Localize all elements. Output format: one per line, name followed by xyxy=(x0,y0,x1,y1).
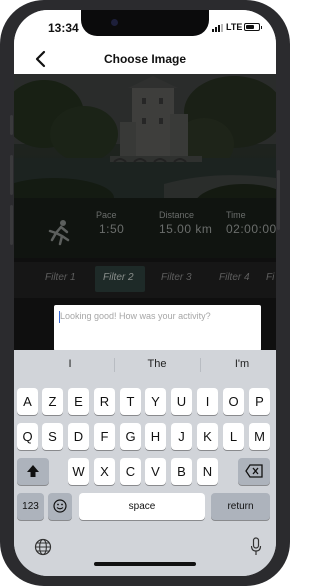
shift-arrow-icon xyxy=(27,465,39,477)
key-x[interactable]: X xyxy=(94,458,115,485)
pace-label: Pace xyxy=(96,210,117,220)
suggestion-item[interactable]: The xyxy=(127,358,187,370)
pace-value: 1:50 xyxy=(99,222,125,236)
distance-label: Distance xyxy=(159,210,195,220)
globe-icon[interactable] xyxy=(34,538,52,556)
status-time: 13:34 xyxy=(48,21,79,35)
battery-icon xyxy=(244,23,262,31)
backspace-icon xyxy=(245,464,263,478)
side-button-volume-up xyxy=(10,155,13,195)
microphone-icon[interactable] xyxy=(250,537,262,557)
suggestion-bar: I The I'm xyxy=(14,350,276,378)
key-a[interactable]: A xyxy=(17,388,38,415)
screen: 13:34 LTE Choose Image Pace 1:50 Distanc… xyxy=(14,10,276,576)
key-j[interactable]: J xyxy=(171,423,192,450)
nav-bar: Choose Image xyxy=(14,44,276,74)
page-title: Choose Image xyxy=(103,52,187,66)
key-c[interactable]: C xyxy=(120,458,141,485)
key-z[interactable]: Z xyxy=(42,388,63,415)
time-value: 02:00:00 xyxy=(226,222,276,236)
key-f[interactable]: F xyxy=(94,423,115,450)
notch xyxy=(81,10,209,36)
filter-option[interactable]: Filter 1 xyxy=(45,272,76,283)
key-h[interactable]: H xyxy=(145,423,166,450)
runner-icon xyxy=(48,220,70,246)
key-m[interactable]: M xyxy=(249,423,270,450)
key-k[interactable]: K xyxy=(197,423,218,450)
key-v[interactable]: V xyxy=(145,458,166,485)
keyboard: I The I'm A Z E R T Y U I O P Q S D F G … xyxy=(14,350,276,576)
key-e[interactable]: E xyxy=(68,388,89,415)
emoji-icon xyxy=(53,499,67,513)
key-b[interactable]: B xyxy=(171,458,192,485)
filter-option[interactable]: Fi xyxy=(266,272,274,283)
shift-key[interactable] xyxy=(17,458,49,485)
caption-input[interactable]: Looking good! How was your activity? xyxy=(54,305,261,351)
key-y[interactable]: Y xyxy=(145,388,166,415)
side-button-volume-down xyxy=(10,205,13,245)
filter-option-selected[interactable]: Filter 2 xyxy=(103,272,134,283)
key-n[interactable]: N xyxy=(197,458,218,485)
suggestion-item[interactable]: I xyxy=(40,358,100,370)
key-s[interactable]: S xyxy=(42,423,63,450)
numbers-key[interactable]: 123 xyxy=(17,493,44,520)
emoji-key[interactable] xyxy=(48,493,72,520)
side-button-mute xyxy=(10,115,13,135)
key-i[interactable]: I xyxy=(197,388,218,415)
filter-option[interactable]: Filter 3 xyxy=(161,272,192,283)
network-label: LTE xyxy=(226,22,243,32)
text-caret xyxy=(59,311,60,323)
filter-option[interactable]: Filter 4 xyxy=(219,272,250,283)
key-q[interactable]: Q xyxy=(17,423,38,450)
key-w[interactable]: W xyxy=(68,458,89,485)
distance-value: 15.00 km xyxy=(159,222,213,236)
key-g[interactable]: G xyxy=(120,423,141,450)
key-d[interactable]: D xyxy=(68,423,89,450)
home-indicator[interactable] xyxy=(94,562,196,566)
key-r[interactable]: R xyxy=(94,388,115,415)
space-key[interactable]: space xyxy=(79,493,205,520)
filter-strip: Filter 1 Filter 2 Filter 3 Filter 4 Fi xyxy=(14,262,276,298)
key-o[interactable]: O xyxy=(223,388,244,415)
suggestion-item[interactable]: I'm xyxy=(212,358,272,370)
key-t[interactable]: T xyxy=(120,388,141,415)
key-u[interactable]: U xyxy=(171,388,192,415)
time-label: Time xyxy=(226,210,246,220)
backspace-key[interactable] xyxy=(238,458,270,485)
signal-icon xyxy=(212,24,224,32)
return-key[interactable]: return xyxy=(211,493,270,520)
key-p[interactable]: P xyxy=(249,388,270,415)
key-l[interactable]: L xyxy=(223,423,244,450)
caption-placeholder: Looking good! How was your activity? xyxy=(60,311,211,321)
side-button-power xyxy=(277,170,280,230)
